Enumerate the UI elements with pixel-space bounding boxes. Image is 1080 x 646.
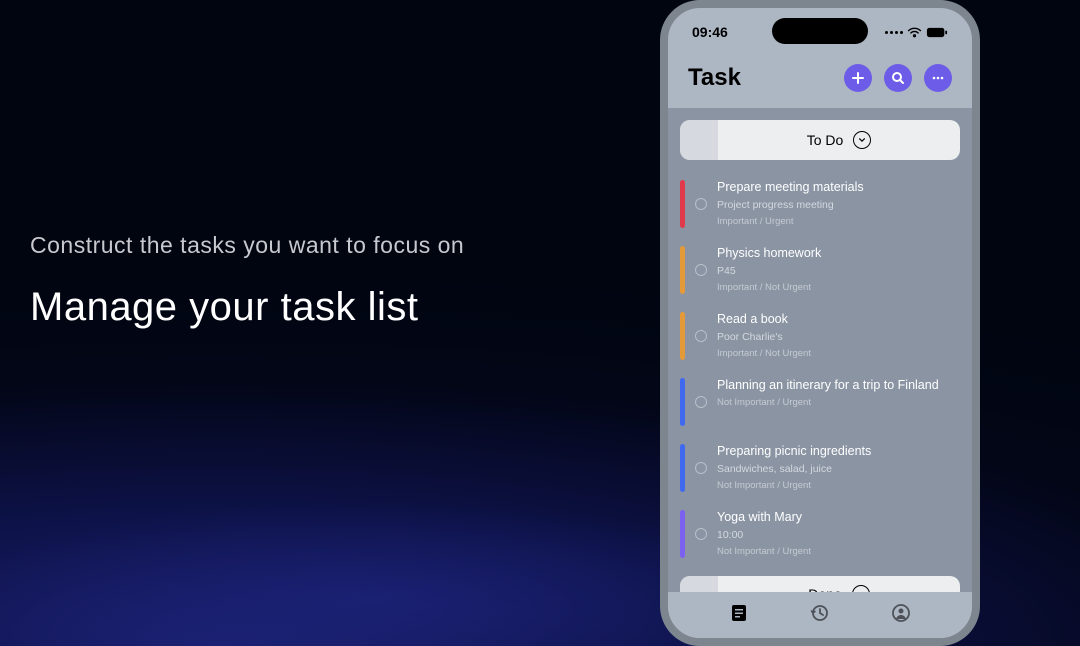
task-title: Yoga with Mary <box>717 510 960 524</box>
task-list: Prepare meeting materials Project progres… <box>678 172 962 568</box>
priority-indicator <box>680 510 685 558</box>
section-todo-header[interactable]: To Do <box>680 120 960 160</box>
plus-icon <box>851 71 865 85</box>
task-item[interactable]: Read a book Poor Charlie's Important / Not… <box>678 304 962 370</box>
task-priority-label: Important / Not Urgent <box>717 348 960 359</box>
more-button[interactable] <box>924 64 952 92</box>
task-subtitle: P45 <box>717 265 960 277</box>
battery-icon <box>926 27 948 38</box>
task-priority-label: Important / Urgent <box>717 216 960 227</box>
promo-title: Manage your task list <box>30 285 464 330</box>
section-collapse-handle[interactable] <box>680 120 718 160</box>
task-title: Prepare meeting materials <box>717 180 960 194</box>
task-subtitle: Poor Charlie's <box>717 331 960 343</box>
task-title: Planning an itinerary for a trip to Finl… <box>717 378 960 392</box>
app-header: Task <box>668 56 972 108</box>
search-button[interactable] <box>884 64 912 92</box>
task-content: Preparing picnic ingredients Sandwiches, … <box>717 444 960 492</box>
add-button[interactable] <box>844 64 872 92</box>
task-subtitle: Sandwiches, salad, juice <box>717 463 960 475</box>
tab-history[interactable] <box>810 603 830 628</box>
section-done-header[interactable]: Done <box>680 576 960 592</box>
task-checkbox[interactable] <box>695 462 707 474</box>
search-icon <box>891 71 905 85</box>
task-checkbox[interactable] <box>695 528 707 540</box>
task-list-body[interactable]: To Do Prepare meeting materials Project p… <box>668 108 972 592</box>
task-content: Yoga with Mary 10:00 Not Important / Urgen… <box>717 510 960 558</box>
history-icon <box>810 603 830 623</box>
task-content: Read a book Poor Charlie's Important / Not… <box>717 312 960 360</box>
task-title: Preparing picnic ingredients <box>717 444 960 458</box>
tab-tasks[interactable] <box>729 603 749 628</box>
task-item[interactable]: Physics homework P45 Important / Not Urgen… <box>678 238 962 304</box>
header-actions <box>844 64 952 92</box>
status-bar: 09:46 <box>668 8 972 56</box>
chevron-down-icon <box>852 585 870 592</box>
promo-subtitle: Construct the tasks you want to focus on <box>30 232 464 259</box>
promo-block: Construct the tasks you want to focus on… <box>30 232 464 330</box>
task-title: Read a book <box>717 312 960 326</box>
priority-indicator <box>680 444 685 492</box>
person-icon <box>891 603 911 623</box>
status-time: 09:46 <box>692 24 728 40</box>
task-checkbox[interactable] <box>695 198 707 210</box>
tab-profile[interactable] <box>891 603 911 628</box>
priority-indicator <box>680 378 685 426</box>
task-priority-label: Not Important / Urgent <box>717 397 960 408</box>
task-checkbox[interactable] <box>695 396 707 408</box>
task-checkbox[interactable] <box>695 330 707 342</box>
task-checkbox[interactable] <box>695 264 707 276</box>
priority-indicator <box>680 312 685 360</box>
task-content: Prepare meeting materials Project progres… <box>717 180 960 228</box>
task-subtitle: Project progress meeting <box>717 199 960 211</box>
task-item[interactable]: Prepare meeting materials Project progres… <box>678 172 962 238</box>
signal-icon <box>885 31 903 34</box>
wifi-icon <box>907 27 922 38</box>
list-icon <box>729 603 749 623</box>
task-content: Planning an itinerary for a trip to Finl… <box>717 378 960 426</box>
task-subtitle: 10:00 <box>717 529 960 541</box>
section-todo-toggle[interactable]: To Do <box>718 120 960 160</box>
task-item[interactable]: Yoga with Mary 10:00 Not Important / Urgen… <box>678 502 962 568</box>
task-content: Physics homework P45 Important / Not Urgen… <box>717 246 960 294</box>
section-todo-label: To Do <box>807 132 844 148</box>
task-priority-label: Important / Not Urgent <box>717 282 960 293</box>
priority-indicator <box>680 246 685 294</box>
task-priority-label: Not Important / Urgent <box>717 480 960 491</box>
section-collapse-handle[interactable] <box>680 576 718 592</box>
task-title: Physics homework <box>717 246 960 260</box>
page-title: Task <box>688 64 741 92</box>
task-item[interactable]: Preparing picnic ingredients Sandwiches, … <box>678 436 962 502</box>
tab-bar <box>668 592 972 638</box>
task-item[interactable]: Planning an itinerary for a trip to Finl… <box>678 370 962 436</box>
status-indicators <box>885 27 948 38</box>
task-priority-label: Not Important / Urgent <box>717 546 960 557</box>
priority-indicator <box>680 180 685 228</box>
chevron-down-icon <box>853 131 871 149</box>
more-icon <box>931 71 945 85</box>
section-done-toggle[interactable]: Done <box>718 576 960 592</box>
phone-frame: 09:46 Task To Do <box>660 0 980 646</box>
